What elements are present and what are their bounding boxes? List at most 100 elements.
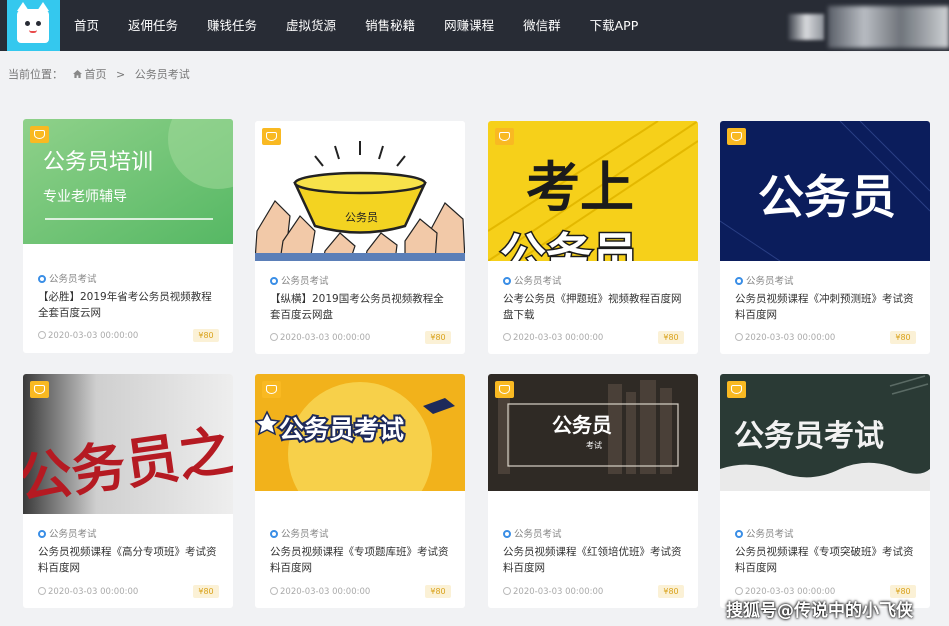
nav-online-courses[interactable]: 网赚课程 bbox=[430, 0, 509, 51]
course-card[interactable]: 公务员培训 专业老师辅导 公务员考试 【必胜】2019年省考公务员视频教程全套百… bbox=[23, 119, 233, 353]
card-title[interactable]: 【必胜】2019年省考公务员视频教程全套百度云网 bbox=[38, 289, 220, 321]
category-icon bbox=[503, 277, 511, 285]
thumb-text: 公务员 bbox=[500, 228, 638, 261]
nav-rebate-tasks[interactable]: 返佣任务 bbox=[114, 0, 193, 51]
price-badge: ¥80 bbox=[425, 331, 451, 344]
course-card[interactable]: 公务员 公务员考试 公务员视频课程《冲刺预测班》考试资料百度网 2020-03-… bbox=[720, 121, 930, 354]
diamond-icon bbox=[727, 381, 746, 398]
thumb-text: 公务员 bbox=[345, 211, 378, 224]
card-category[interactable]: 公务员考试 bbox=[270, 526, 329, 540]
card-date: 2020-03-03 00:00:00 bbox=[38, 330, 138, 341]
card-date: 2020-03-03 00:00:00 bbox=[503, 332, 603, 343]
nav-virtual-goods[interactable]: 虚拟货源 bbox=[272, 0, 351, 51]
course-card[interactable]: 公务员考试 公务员考试 公务员视频课程《专项题库班》考试资料百度网 2020-0… bbox=[255, 374, 465, 608]
card-title[interactable]: 公务员视频课程《冲刺预测班》考试资料百度网 bbox=[735, 291, 917, 323]
card-title[interactable]: 公务员视频课程《专项题库班》考试资料百度网 bbox=[270, 544, 452, 576]
thumb-text: 考试 bbox=[586, 440, 602, 450]
clock-icon bbox=[503, 587, 511, 595]
blurred-user-area bbox=[788, 14, 824, 40]
clock-icon bbox=[503, 333, 511, 341]
price-badge: ¥80 bbox=[193, 329, 219, 342]
thumb-text: 公务员 bbox=[758, 170, 896, 224]
course-card[interactable]: 公务员 公务员考试 【纵横】2019国考公务员视频教程全套百度云网盘 2020-… bbox=[255, 121, 465, 354]
diamond-icon bbox=[262, 381, 281, 398]
course-card[interactable]: 公务员之 公务员考试 公务员视频课程《高分专项班》考试资料百度网 2020-03… bbox=[23, 374, 233, 608]
nav-wechat-group[interactable]: 微信群 bbox=[509, 0, 576, 51]
cat-logo-icon bbox=[17, 2, 49, 43]
top-navbar: 首页 返佣任务 赚钱任务 虚拟货源 销售秘籍 网赚课程 微信群 下载APP bbox=[0, 0, 949, 51]
card-category[interactable]: 公务员考试 bbox=[270, 273, 329, 287]
main-nav: 首页 返佣任务 赚钱任务 虚拟货源 销售秘籍 网赚课程 微信群 下载APP bbox=[60, 0, 653, 51]
price-badge: ¥80 bbox=[890, 331, 916, 344]
site-logo[interactable] bbox=[7, 0, 60, 51]
clock-icon bbox=[38, 587, 46, 595]
card-category[interactable]: 公务员考试 bbox=[38, 271, 97, 285]
card-thumbnail[interactable]: 公务员 考试 bbox=[488, 374, 698, 491]
card-category[interactable]: 公务员考试 bbox=[735, 273, 794, 287]
card-thumbnail[interactable]: 公务员培训 专业老师辅导 bbox=[23, 119, 233, 244]
card-date: 2020-03-03 00:00:00 bbox=[270, 586, 370, 597]
category-icon bbox=[735, 530, 743, 538]
clock-icon bbox=[735, 333, 743, 341]
card-title[interactable]: 【纵横】2019国考公务员视频教程全套百度云网盘 bbox=[270, 291, 452, 323]
card-thumbnail[interactable]: 公务员 bbox=[720, 121, 930, 261]
breadcrumb-current: 公务员考试 bbox=[134, 68, 190, 81]
category-icon bbox=[270, 277, 278, 285]
breadcrumb-separator: > bbox=[116, 68, 126, 81]
breadcrumb: 当前位置： 首页 > 公务员考试 bbox=[8, 66, 196, 82]
thumb-text: 公务员考试 bbox=[734, 419, 884, 454]
nav-earning-tasks[interactable]: 赚钱任务 bbox=[193, 0, 272, 51]
card-thumbnail[interactable]: 考上 公务员 bbox=[488, 121, 698, 261]
category-icon bbox=[735, 277, 743, 285]
nav-download-app[interactable]: 下载APP bbox=[575, 0, 653, 51]
card-date: 2020-03-03 00:00:00 bbox=[735, 332, 835, 343]
category-icon bbox=[503, 530, 511, 538]
price-badge: ¥80 bbox=[658, 585, 684, 598]
category-icon bbox=[270, 530, 278, 538]
diamond-icon bbox=[727, 128, 746, 145]
price-badge: ¥80 bbox=[658, 331, 684, 344]
card-category[interactable]: 公务员考试 bbox=[503, 526, 562, 540]
clock-icon bbox=[735, 587, 743, 595]
card-date: 2020-03-03 00:00:00 bbox=[270, 332, 370, 343]
clock-icon bbox=[270, 587, 278, 595]
course-card[interactable]: 公务员 考试 公务员考试 公务员视频课程《红领培优班》考试资料百度网 2020-… bbox=[488, 374, 698, 608]
card-date: 2020-03-03 00:00:00 bbox=[38, 586, 138, 597]
home-icon bbox=[72, 70, 82, 78]
diamond-icon bbox=[30, 381, 49, 398]
card-thumbnail[interactable]: 公务员考试 bbox=[255, 374, 465, 491]
category-icon bbox=[38, 275, 46, 283]
thumb-text: 公务员 bbox=[552, 413, 612, 437]
nav-home[interactable]: 首页 bbox=[60, 0, 114, 51]
card-title[interactable]: 公务员视频课程《专项突破班》考试资料百度网 bbox=[735, 544, 917, 576]
course-card[interactable]: 考上 公务员 公务员考试 公考公务员《押题班》视频教程百度网盘下载 2020-0… bbox=[488, 121, 698, 354]
card-title[interactable]: 公务员视频课程《红领培优班》考试资料百度网 bbox=[503, 544, 685, 576]
clock-icon bbox=[38, 331, 46, 339]
thumb-text: 公务员考试 bbox=[279, 415, 404, 444]
card-category[interactable]: 公务员考试 bbox=[38, 526, 97, 540]
category-icon bbox=[38, 530, 46, 538]
course-card[interactable]: 公务员考试 公务员考试 公务员视频课程《专项突破班》考试资料百度网 2020-0… bbox=[720, 374, 930, 608]
card-thumbnail[interactable]: 公务员考试 bbox=[720, 374, 930, 491]
nav-sales-tips[interactable]: 销售秘籍 bbox=[351, 0, 430, 51]
card-thumbnail[interactable]: 公务员 bbox=[255, 121, 465, 261]
price-badge: ¥80 bbox=[425, 585, 451, 598]
card-title[interactable]: 公务员视频课程《高分专项班》考试资料百度网 bbox=[38, 544, 220, 576]
price-badge: ¥80 bbox=[193, 585, 219, 598]
diamond-icon bbox=[30, 126, 49, 143]
breadcrumb-prefix: 当前位置： bbox=[8, 68, 63, 81]
thumb-text: 专业老师辅导 bbox=[43, 189, 127, 205]
card-category[interactable]: 公务员考试 bbox=[735, 526, 794, 540]
watermark: 搜狐号@传说中的小飞侠 bbox=[726, 601, 913, 621]
breadcrumb-home[interactable]: 首页 bbox=[85, 68, 107, 81]
card-title[interactable]: 公考公务员《押题班》视频教程百度网盘下载 bbox=[503, 291, 685, 323]
card-category[interactable]: 公务员考试 bbox=[503, 273, 562, 287]
diamond-icon bbox=[495, 381, 514, 398]
thumb-text: 公务员培训 bbox=[43, 150, 153, 175]
blurred-user-area bbox=[828, 6, 949, 48]
diamond-icon bbox=[495, 128, 514, 145]
card-thumbnail[interactable]: 公务员之 bbox=[23, 374, 233, 514]
diamond-icon bbox=[262, 128, 281, 145]
clock-icon bbox=[270, 333, 278, 341]
card-date: 2020-03-03 00:00:00 bbox=[503, 586, 603, 597]
